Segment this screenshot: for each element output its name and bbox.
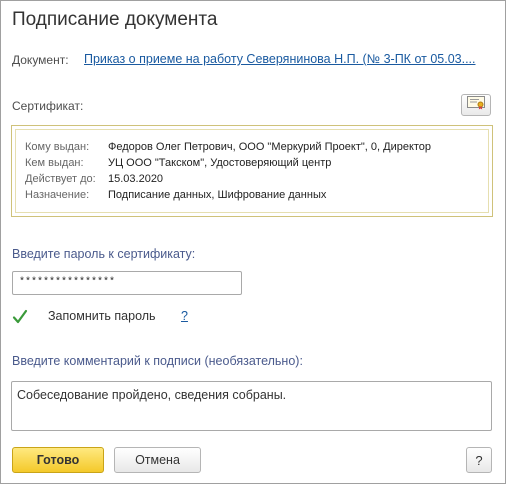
checkmark-icon xyxy=(12,309,28,325)
cert-key: Кому выдан: xyxy=(25,141,90,153)
remember-password-checkbox[interactable]: Запомнить пароль xyxy=(12,308,156,326)
help-button[interactable]: ? xyxy=(466,447,492,473)
document-label: Документ: xyxy=(12,53,69,67)
certificate-label: Сертификат: xyxy=(12,99,84,113)
cancel-button[interactable]: Отмена xyxy=(114,447,201,473)
cert-value: Федоров Олег Петрович, ООО "Меркурий Про… xyxy=(108,141,432,153)
select-certificate-button[interactable] xyxy=(461,94,491,116)
document-link[interactable]: Приказ о приеме на работу Северянинова Н… xyxy=(84,52,489,66)
done-button[interactable]: Готово xyxy=(12,447,104,473)
dialog-title: Подписание документа xyxy=(12,9,218,30)
certificate-icon xyxy=(467,95,485,115)
remember-password-label: Запомнить пароль xyxy=(48,309,156,323)
cert-value: Подписание данных, Шифрование данных xyxy=(108,189,327,201)
comment-label: Введите комментарий к подписи (необязате… xyxy=(12,354,303,368)
remember-help-link[interactable]: ? xyxy=(181,309,188,323)
cert-value: УЦ ООО "Такском", Удостоверяющий центр xyxy=(108,157,332,169)
cert-value: 15.03.2020 xyxy=(108,173,164,185)
comment-textarea[interactable]: Собеседование пройдено, сведения собраны… xyxy=(11,381,492,431)
certificate-info-panel: Кому выдан: Федоров Олег Петрович, ООО "… xyxy=(11,125,493,217)
cert-key: Назначение: xyxy=(25,189,90,201)
password-input[interactable]: **************** xyxy=(12,271,242,295)
cert-key: Действует до: xyxy=(25,173,96,185)
password-label: Введите пароль к сертификату: xyxy=(12,247,196,261)
cert-key: Кем выдан: xyxy=(25,157,84,169)
sign-document-dialog: Подписание документа Документ: Приказ о … xyxy=(0,0,506,484)
